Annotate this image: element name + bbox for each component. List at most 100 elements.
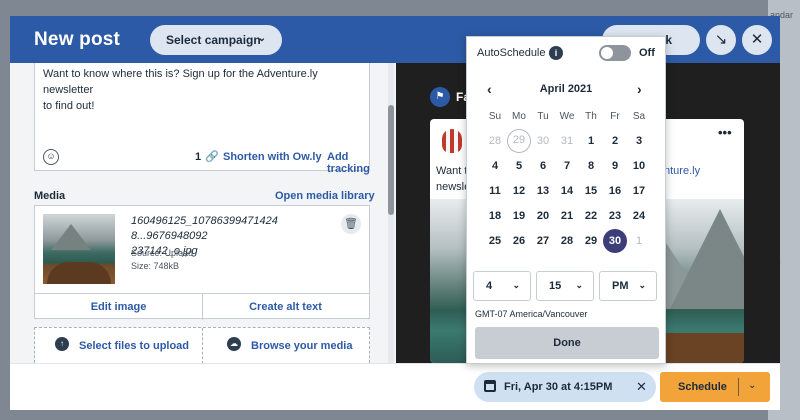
post-text[interactable]: Want to know where this is? Sign up for … — [43, 66, 363, 114]
preview-mountain — [670, 209, 744, 309]
autoschedule-toggle[interactable] — [599, 45, 631, 61]
arrow-down-right-icon: ↘ — [714, 31, 728, 48]
minute-select[interactable]: 15 ⌄ — [536, 271, 594, 301]
weekday-label: We — [559, 111, 575, 122]
calendar-day[interactable]: 27 — [531, 229, 555, 253]
link-icon: 🔗 — [205, 151, 219, 163]
calendar-icon — [484, 380, 496, 392]
calendar-day[interactable]: 4 — [483, 154, 507, 178]
weekday-label: Th — [585, 111, 597, 122]
calendar-day[interactable]: 7 — [555, 154, 579, 178]
calendar-day[interactable]: 3 — [627, 129, 651, 153]
modal-footer: Fri, Apr 30 at 4:15PM ✕ Schedule ⌄ — [10, 363, 780, 410]
select-campaign-button[interactable]: Select campaign ⌄ — [150, 25, 282, 55]
open-media-library-link[interactable]: Open media library — [275, 190, 375, 202]
calendar-day[interactable]: 6 — [531, 154, 555, 178]
weekday-label: Sa — [632, 111, 646, 122]
next-month-icon[interactable]: › — [637, 81, 642, 97]
shorten-link-button[interactable]: Shorten with Ow.ly — [223, 151, 322, 163]
info-icon[interactable]: i — [549, 46, 563, 60]
calendar-day[interactable]: 8 — [579, 154, 603, 178]
done-button[interactable]: Done — [475, 327, 659, 359]
calendar-day[interactable]: 21 — [555, 204, 579, 228]
calendar-day[interactable]: 25 — [483, 229, 507, 253]
minute-value: 15 — [549, 280, 562, 292]
calendar-day[interactable]: 9 — [603, 154, 627, 178]
calendar-day[interactable]: 5 — [507, 154, 531, 178]
calendar-day[interactable]: 15 — [579, 179, 603, 203]
calendar-day[interactable]: 28 — [555, 229, 579, 253]
thumbnail-boat — [47, 262, 111, 284]
hour-select[interactable]: 4 ⌄ — [473, 271, 531, 301]
composer-pane: Want to know where this is? Sign up for … — [10, 63, 396, 364]
schedule-date-picker: AutoSchedule i Off ‹ April 2021 › Su Mo … — [466, 36, 666, 364]
weekday-label: Mo — [512, 111, 526, 122]
create-alt-text-button[interactable]: Create alt text — [202, 301, 369, 313]
toggle-state-label: Off — [639, 47, 655, 59]
browse-media-button[interactable]: Browse your media — [251, 340, 352, 352]
scrollbar-thumb[interactable] — [388, 105, 394, 215]
weekday-label: Tu — [537, 111, 549, 122]
calendar-day-selected[interactable]: 30 — [603, 229, 627, 253]
media-attachment-card: 160496125_10786399471424 8...9676948092 … — [34, 205, 370, 320]
media-section-label: Media — [34, 190, 66, 202]
scheduled-date-button[interactable]: Fri, Apr 30 at 4:15PM ✕ — [474, 372, 656, 402]
scheduled-date-label: Fri, Apr 30 at 4:15PM — [504, 381, 613, 393]
calendar-day[interactable]: 19 — [507, 204, 531, 228]
calendar-month-label: April 2021 — [539, 83, 593, 95]
post-text-editor[interactable]: Want to know where this is? Sign up for … — [34, 63, 370, 175]
upload-icon: ↑ — [55, 337, 69, 351]
autoschedule-label: AutoSchedule — [477, 47, 546, 59]
weekday-label: Fr — [610, 111, 620, 122]
calendar-day[interactable]: 18 — [483, 204, 507, 228]
facebook-flag-icon: ⚑ — [430, 87, 450, 107]
select-campaign-label: Select campaign — [166, 33, 261, 47]
add-tracking-button[interactable]: Add tracking — [327, 151, 370, 175]
calendar-day: 31 — [560, 135, 574, 147]
select-files-button[interactable]: Select files to upload — [79, 340, 189, 352]
calendar-day[interactable]: 24 — [627, 204, 651, 228]
hot-air-balloon-avatar — [442, 129, 462, 153]
close-button[interactable]: ✕ — [742, 25, 772, 55]
toggle-knob — [601, 47, 613, 59]
calendar-day[interactable]: 13 — [531, 179, 555, 203]
more-options-icon[interactable]: ••• — [718, 125, 732, 140]
calendar-day-today: 29 — [507, 129, 531, 153]
edit-image-button[interactable]: Edit image — [35, 301, 202, 313]
weekday-label: Su — [488, 111, 502, 122]
calendar-day[interactable]: 1 — [627, 229, 651, 253]
preview-text: Want t — [436, 165, 468, 177]
ampm-select[interactable]: PM ⌄ — [599, 271, 657, 301]
calendar-day[interactable]: 16 — [603, 179, 627, 203]
calendar-day[interactable]: 17 — [627, 179, 651, 203]
composer-scrollbar[interactable] — [388, 63, 394, 363]
chevron-down-icon[interactable]: ⌄ — [748, 380, 756, 391]
chevron-down-icon: ⌄ — [575, 280, 583, 290]
media-source: Source: Upload — [131, 248, 194, 258]
calendar-day[interactable]: 1 — [579, 129, 603, 153]
calendar-day[interactable]: 26 — [507, 229, 531, 253]
schedule-button[interactable]: Schedule ⌄ — [660, 372, 770, 402]
chevron-down-icon: ⌄ — [512, 280, 520, 290]
calendar-day[interactable]: 29 — [579, 229, 603, 253]
calendar-day[interactable]: 10 — [627, 154, 651, 178]
calendar-day[interactable]: 22 — [579, 204, 603, 228]
page-title: New post — [34, 29, 121, 50]
calendar-day[interactable]: 12 — [507, 179, 531, 203]
calendar-day[interactable]: 14 — [555, 179, 579, 203]
schedule-label: Schedule — [678, 381, 727, 393]
calendar-day[interactable]: 11 — [483, 179, 507, 203]
media-upload-area: ↑ Select files to upload ☁ Browse your m… — [34, 327, 370, 364]
filename-line: 160496125_10786399471424 8...9676948092 — [131, 215, 278, 242]
clear-date-icon[interactable]: ✕ — [636, 379, 647, 395]
emoji-icon[interactable]: ☺ — [43, 149, 59, 165]
hour-value: 4 — [486, 280, 493, 292]
calendar-day[interactable]: 23 — [603, 204, 627, 228]
calendar-day: 28 — [488, 135, 502, 147]
preview-link: nture.ly — [664, 165, 701, 177]
calendar-day[interactable]: 2 — [603, 129, 627, 153]
trash-icon[interactable]: 🗑 — [341, 214, 361, 234]
minimize-button[interactable]: ↘ — [706, 25, 736, 55]
link-count: 1 — [195, 151, 202, 163]
calendar-day[interactable]: 20 — [531, 204, 555, 228]
